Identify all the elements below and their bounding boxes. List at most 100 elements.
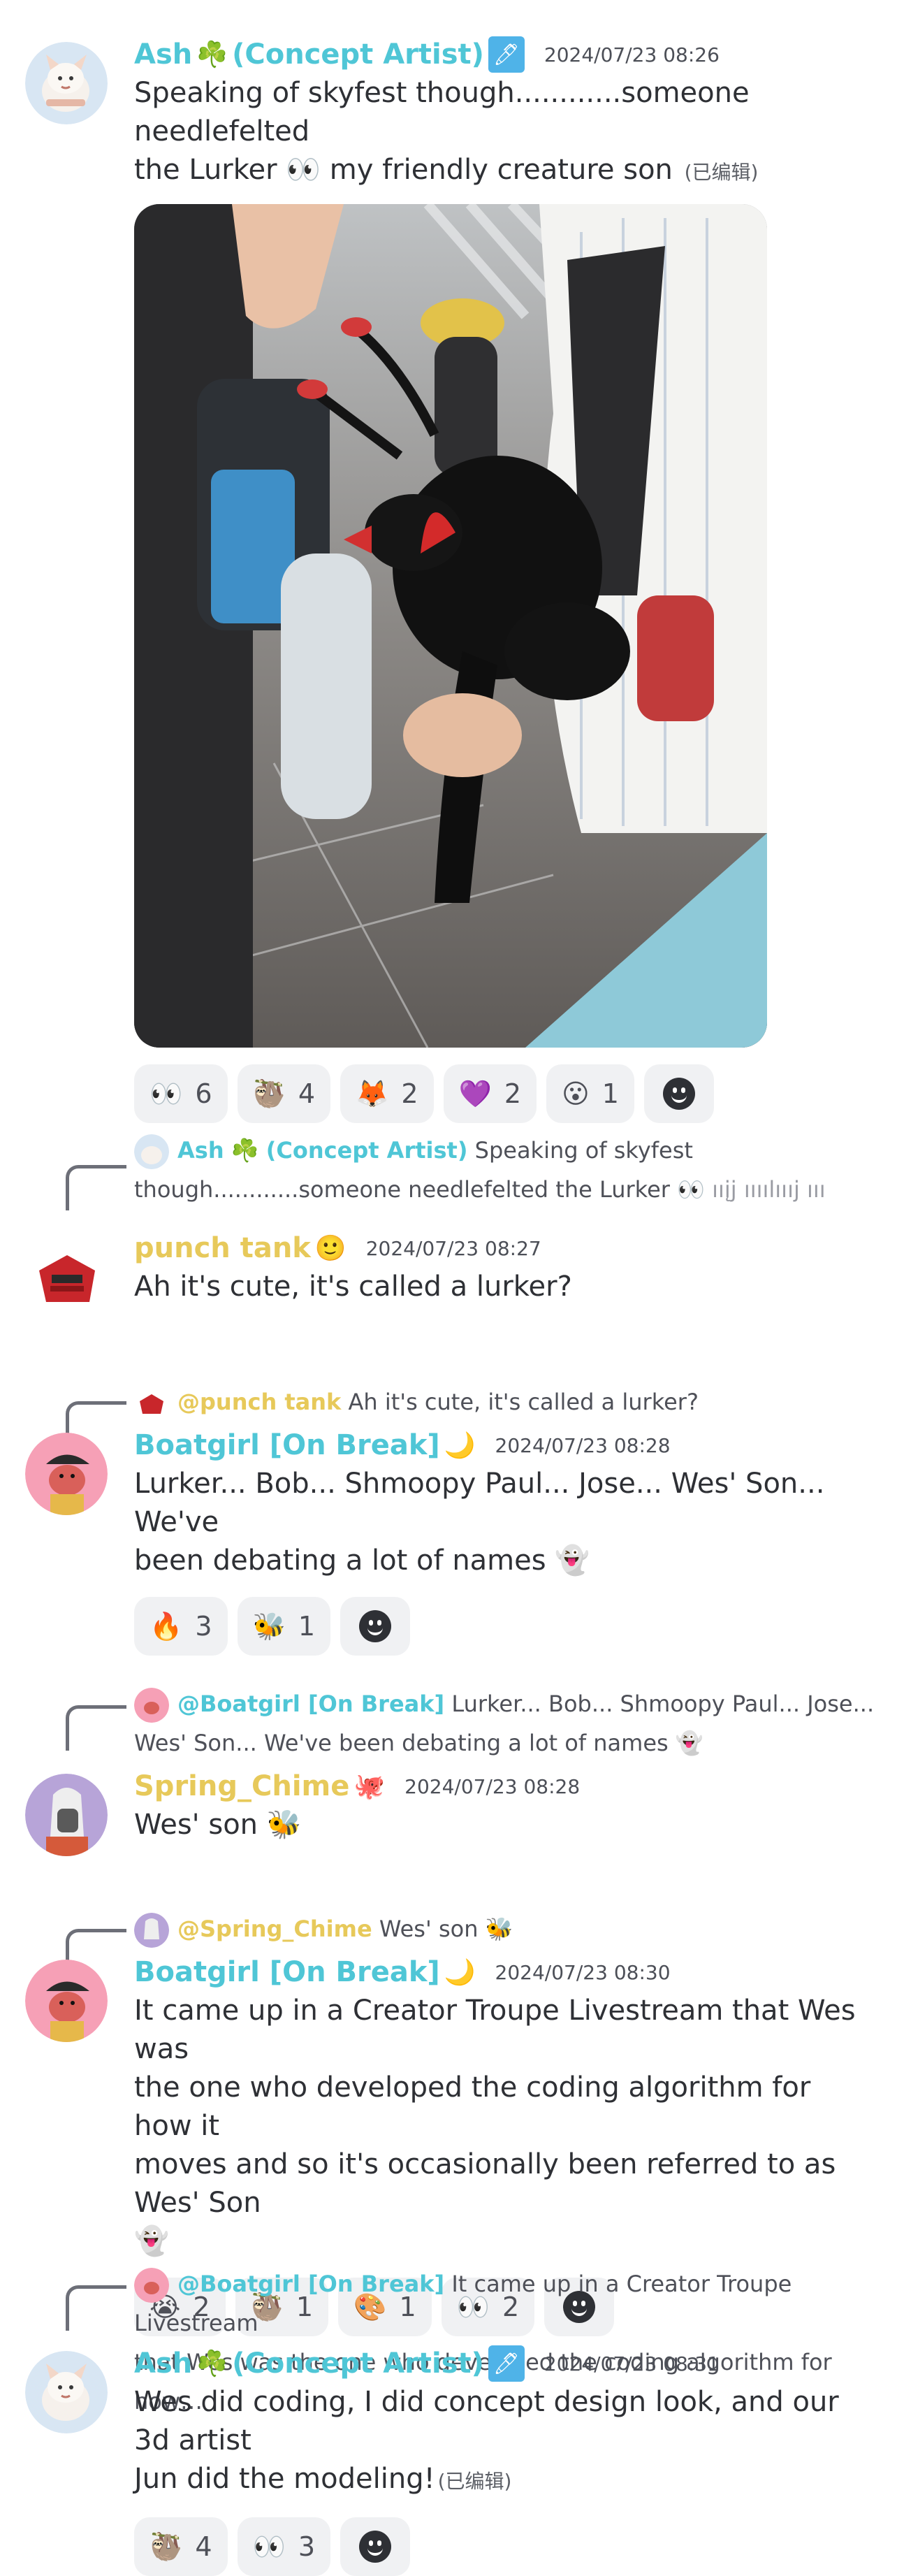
reply-spine xyxy=(66,1165,126,1210)
username[interactable]: Spring_Chime xyxy=(134,1770,349,1802)
avatar-spring-chime[interactable] xyxy=(25,1774,108,1856)
reaction-fire[interactable]: 🔥 3 xyxy=(134,1597,228,1656)
sloth-emoji-icon: 🦥 xyxy=(150,2531,183,2562)
message-header: Spring_Chime 🐙 2024/07/23 08:28 xyxy=(134,1767,876,1806)
needlefelt-lurker-photo xyxy=(134,204,767,1048)
message-text: Speaking of skyfest though............so… xyxy=(134,74,876,191)
clover-icon: ☘️ xyxy=(196,41,228,69)
avatar-boatgirl[interactable] xyxy=(25,1433,108,1515)
role-tag[interactable]: (Concept Artist) xyxy=(232,2347,484,2380)
timestamp: 2024/07/23 08:28 xyxy=(495,1433,671,1457)
edited-label: (已编辑) xyxy=(437,2470,512,2493)
timestamp: 2024/07/23 08:27 xyxy=(365,1236,541,1260)
message-text-line-1: Lurker... Bob... Shmoopy Paul... Jose...… xyxy=(134,1468,825,1538)
add-reaction-icon xyxy=(662,1078,695,1110)
message-text: Wes did coding, I did concept design loo… xyxy=(134,2383,876,2501)
reaction-count: 2 xyxy=(401,1078,418,1109)
username[interactable]: Ash xyxy=(134,38,192,71)
reply-trailing-glyphs: ııįj ıııılıııj ııı xyxy=(712,1176,826,1203)
reaction-count: 1 xyxy=(601,1078,619,1109)
message-text-line-3: moves and so it's occasionally been refe… xyxy=(134,2148,836,2219)
add-reaction-button[interactable] xyxy=(643,1064,714,1123)
message-text-line-2: Jun did the modeling! (已编辑) xyxy=(134,2460,876,2501)
profile-badge-icon: 🙂 xyxy=(314,1234,347,1263)
message-text-line-1: Speaking of skyfest though............so… xyxy=(134,77,750,147)
username[interactable]: punch tank xyxy=(134,1232,311,1264)
reply-author[interactable]: @punch tank xyxy=(177,1389,341,1415)
moon-badge-icon: 🌙 xyxy=(444,1431,476,1460)
username[interactable]: Boatgirl [On Break] xyxy=(134,1429,440,1461)
clover-icon: ☘️ xyxy=(196,2350,228,2378)
eyes-emoji-icon: 👀 xyxy=(150,1078,183,1109)
ghost-emoji-icon: 👻 xyxy=(675,1730,703,1756)
reply-text: though............someone needlefelted t… xyxy=(134,1176,670,1203)
reaction-count: 4 xyxy=(298,1078,316,1109)
message-header: punch tank 🙂 2024/07/23 08:27 xyxy=(134,1229,876,1268)
message-text: Ah it's cute, it's called a lurker? xyxy=(134,1271,572,1303)
ghost-emoji-icon: 👻 xyxy=(134,2225,169,2257)
clover-icon: ☘️ xyxy=(231,1137,259,1164)
username[interactable]: Ash xyxy=(134,2347,192,2380)
eyes-emoji-icon: 👀 xyxy=(252,2531,286,2562)
message-header: Boatgirl [On Break] 🌙 2024/07/23 08:28 xyxy=(134,1426,876,1465)
reply-role: (Concept Artist) xyxy=(265,1137,468,1164)
message-header: Ash ☘️ (Concept Artist) 🖊 2024/07/23 08:… xyxy=(134,35,876,74)
reply-text: Speaking of skyfest xyxy=(474,1137,693,1164)
reaction-count: 1 xyxy=(298,1611,316,1642)
reply-spine xyxy=(66,2285,126,2331)
reaction-bar: 🦥 4 👀 3 xyxy=(134,2517,876,2576)
message-text: Wes' son 🐝 xyxy=(134,1806,876,1844)
message-header: Ash ☘️ (Concept Artist) 🖊 2024/07/23 08:… xyxy=(134,2344,876,2383)
bee-emoji-icon: 🐝 xyxy=(266,1809,302,1841)
message-text-line-2: been debating a lot of names 👻 xyxy=(134,1542,876,1580)
reaction-count: 3 xyxy=(298,2531,316,2562)
message-text: Lurker... Bob... Shmoopy Paul... Jose...… xyxy=(134,1465,876,1580)
add-reaction-icon xyxy=(359,2531,392,2563)
reply-reference[interactable]: @punch tank Ah it's cute, it's called a … xyxy=(134,1382,883,1421)
reply-author[interactable]: @Boatgirl [On Break] xyxy=(177,1691,444,1717)
add-reaction-icon xyxy=(359,1610,392,1642)
role-tag[interactable]: (Concept Artist) xyxy=(232,38,484,71)
reply-text: Wes' son xyxy=(379,1916,479,1942)
reaction-eyes[interactable]: 👀 3 xyxy=(237,2517,331,2576)
reaction-surprised[interactable]: 😮 1 xyxy=(546,1064,634,1123)
reply-avatar-punch-tank xyxy=(134,1386,169,1421)
ghost-emoji-icon: 👻 xyxy=(555,1544,590,1577)
reply-author[interactable]: @Spring_Chime xyxy=(177,1916,372,1942)
reply-text: Ah it's cute, it's called a lurker? xyxy=(348,1389,699,1415)
avatar-boatgirl[interactable] xyxy=(25,1960,108,2042)
avatar-punch-tank[interactable] xyxy=(25,1236,108,1318)
reaction-bee[interactable]: 🐝 1 xyxy=(237,1597,331,1656)
bee-emoji-icon: 🐝 xyxy=(485,1916,513,1942)
purple-heart-emoji-icon: 💜 xyxy=(458,1078,492,1109)
pencil-badge-icon: 🖊 xyxy=(488,2345,525,2382)
message-text-line-2: the Lurker 👀 my friendly creature son (已… xyxy=(134,151,876,191)
avatar-ash[interactable] xyxy=(25,2351,108,2433)
text-fragment: the Lurker xyxy=(134,154,277,186)
moon-badge-icon: 🌙 xyxy=(444,1958,476,1987)
fox-emoji-icon: 🦊 xyxy=(356,1078,389,1109)
reaction-fox[interactable]: 🦊 2 xyxy=(340,1064,434,1123)
reaction-sloth[interactable]: 🦥 4 xyxy=(237,1064,331,1123)
bee-emoji-icon: 🐝 xyxy=(252,1610,286,1642)
username[interactable]: Boatgirl [On Break] xyxy=(134,1956,440,1988)
reply-avatar-boatgirl xyxy=(134,2268,169,2303)
reply-avatar-ash xyxy=(134,1134,169,1169)
text-fragment: Jun did the modeling! xyxy=(134,2463,435,2495)
reply-reference[interactable]: @Boatgirl [On Break] Lurker... Bob... Sh… xyxy=(134,1684,883,1763)
add-reaction-button[interactable] xyxy=(340,2517,411,2576)
surprised-emoji-icon: 😮 xyxy=(562,1078,590,1109)
add-reaction-button[interactable] xyxy=(340,1597,411,1656)
reaction-sloth[interactable]: 🦥 4 xyxy=(134,2517,228,2576)
timestamp: 2024/07/23 08:26 xyxy=(544,43,720,66)
reaction-eyes[interactable]: 👀 6 xyxy=(134,1064,228,1123)
reply-author[interactable]: @Boatgirl [On Break] xyxy=(177,2271,444,2297)
reply-reference[interactable]: @Spring_Chime Wes' son 🐝 xyxy=(134,1909,883,1948)
attached-photo[interactable] xyxy=(134,204,767,1048)
reply-author[interactable]: Ash xyxy=(177,1137,224,1164)
reply-text: Wes' Son... We've been debating a lot of… xyxy=(134,1730,669,1756)
reply-reference[interactable]: Ash ☘️ (Concept Artist) Speaking of skyf… xyxy=(134,1131,883,1209)
reaction-purple-heart[interactable]: 💜 2 xyxy=(443,1064,537,1123)
pencil-badge-icon: 🖊 xyxy=(488,36,525,73)
avatar-ash[interactable] xyxy=(25,42,108,124)
